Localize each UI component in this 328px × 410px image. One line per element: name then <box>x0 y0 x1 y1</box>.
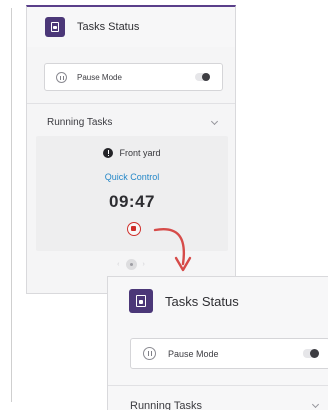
before-section-divider <box>27 103 235 104</box>
before-card-title: Tasks Status <box>77 21 140 33</box>
after-pause-mode-toggle[interactable] <box>303 349 319 358</box>
after-running-tasks-label: Running Tasks <box>130 399 202 410</box>
after-card-title: Tasks Status <box>165 293 239 309</box>
after-tasks-status-card: Tasks Status Pause Mode Running Tasks <box>107 276 328 410</box>
pause-circle-icon <box>56 71 67 83</box>
before-card-header: Tasks Status <box>27 7 235 47</box>
chevron-down-icon[interactable] <box>210 117 219 125</box>
chevron-right-icon[interactable]: › <box>143 261 145 268</box>
page-dot-icon[interactable] <box>125 259 137 270</box>
running-task-panel: Front yard Quick Control 09:47 <box>36 136 228 251</box>
before-running-tasks-row[interactable]: Running Tasks <box>27 108 235 136</box>
after-running-tasks-row[interactable]: Running Tasks <box>108 394 328 410</box>
task-title-row: Front yard <box>36 148 228 158</box>
before-pause-mode-label: Pause Mode <box>77 72 122 82</box>
chevron-left-icon[interactable]: ‹ <box>117 261 119 268</box>
before-pause-mode-toggle[interactable] <box>195 73 210 81</box>
task-name: Front yard <box>119 148 161 158</box>
before-pause-mode-row[interactable]: Pause Mode <box>44 63 223 91</box>
screenshot-canvas: Tasks Status Pause Mode Running Tasks Fr… <box>0 0 328 410</box>
before-running-tasks-label: Running Tasks <box>47 116 113 128</box>
after-pause-mode-row[interactable]: Pause Mode <box>130 338 328 369</box>
chevron-down-icon[interactable] <box>311 400 320 409</box>
before-tasks-status-card: Tasks Status Pause Mode Running Tasks Fr… <box>26 5 236 294</box>
pause-circle-icon <box>143 347 156 360</box>
task-pager: ‹ › <box>27 259 235 270</box>
after-pause-mode-label: Pause Mode <box>168 348 219 359</box>
task-timer: 09:47 <box>109 192 155 211</box>
tasks-status-icon <box>45 17 65 37</box>
quick-control-link[interactable]: Quick Control <box>36 172 228 182</box>
left-divider-line <box>11 8 12 402</box>
after-section-divider <box>108 385 328 386</box>
after-card-header: Tasks Status <box>108 277 328 325</box>
stop-icon[interactable] <box>127 222 141 236</box>
tasks-status-icon <box>129 289 153 313</box>
info-icon <box>103 148 114 158</box>
